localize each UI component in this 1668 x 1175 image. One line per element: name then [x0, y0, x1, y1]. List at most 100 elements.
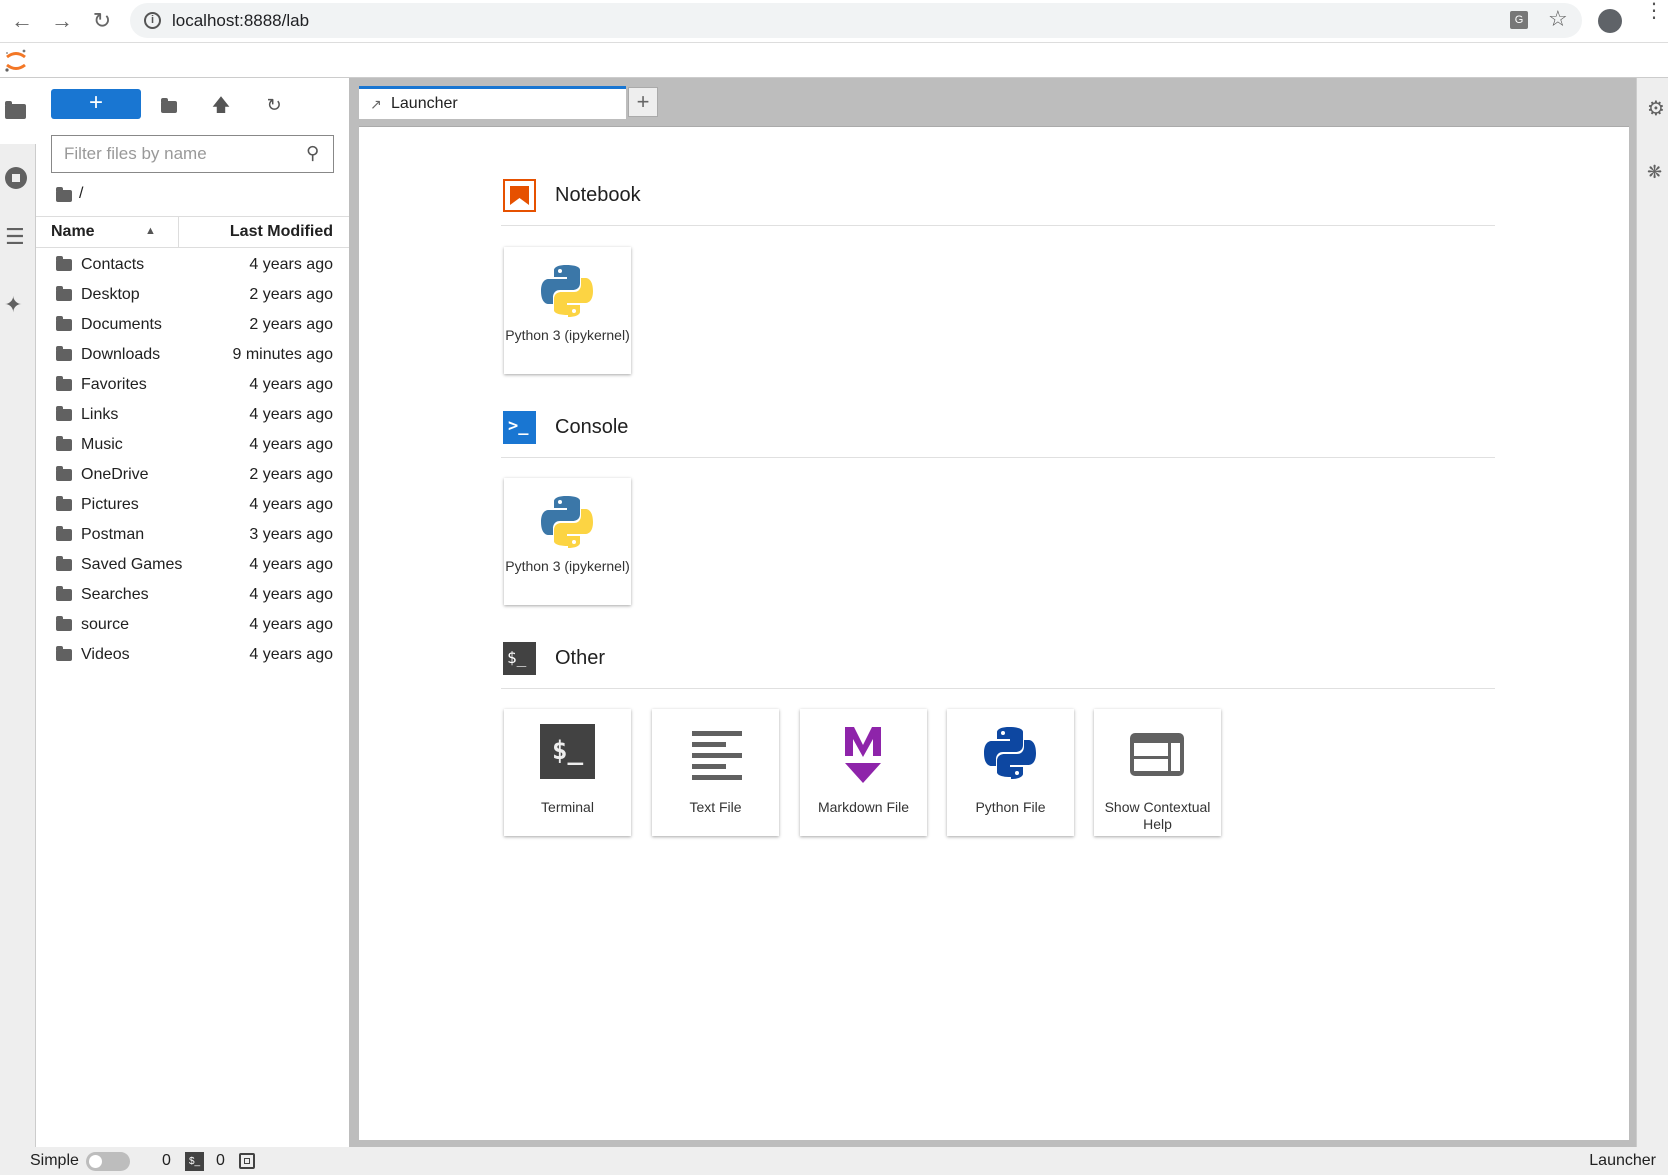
file-name: Documents — [81, 316, 162, 333]
terminal-count[interactable]: 0 — [216, 1147, 225, 1175]
new-launcher-button[interactable]: + — [51, 89, 141, 119]
markdown-icon — [845, 727, 881, 783]
folder-icon — [56, 616, 72, 631]
file-row[interactable]: Contacts 4 years ago — [36, 250, 349, 280]
console-icon: >_ — [503, 411, 536, 444]
filter-files-input[interactable]: Filter files by name — [51, 135, 334, 173]
jupyter-logo-icon[interactable] — [4, 48, 28, 74]
profile-avatar-icon[interactable] — [1598, 9, 1622, 33]
file-name: Contacts — [81, 256, 145, 273]
folder-icon — [56, 496, 72, 511]
folder-icon — [56, 406, 72, 421]
right-sidebar-rail: ⚙ ❋ — [1636, 78, 1668, 1147]
bookmark-star-icon[interactable]: ☆ — [1548, 6, 1568, 32]
refresh-icon[interactable]: ↻ — [261, 92, 287, 118]
kernel-count[interactable]: 0 — [162, 1147, 171, 1175]
forward-button[interactable]: → — [49, 8, 75, 34]
file-row[interactable]: Saved Games 4 years ago — [36, 550, 349, 580]
file-modified: 4 years ago — [249, 496, 333, 513]
notebook-icon — [503, 179, 536, 212]
notebook-python3-card[interactable]: Python 3 (ipykernel) — [504, 247, 631, 374]
address-bar[interactable]: i localhost:8888/lab G ☆ — [130, 3, 1582, 38]
kebab-menu-icon[interactable]: ⋮ — [1644, 1, 1664, 21]
translate-icon[interactable]: G — [1510, 11, 1528, 29]
file-row[interactable]: Links 4 years ago — [36, 400, 349, 430]
file-name: Favorites — [81, 376, 147, 393]
python-logo-icon — [541, 496, 593, 548]
python-file-card[interactable]: Python File — [947, 709, 1074, 836]
extensions-puzzle-icon[interactable]: ✦ — [4, 292, 22, 318]
info-icon[interactable]: i — [144, 12, 161, 29]
file-modified: 4 years ago — [249, 436, 333, 453]
file-name: Links — [81, 406, 119, 423]
upload-icon[interactable]: 🡅 — [208, 92, 234, 118]
breadcrumb-root[interactable]: / — [79, 185, 83, 203]
text-file-card[interactable]: Text File — [652, 709, 779, 836]
python-logo-icon — [541, 265, 593, 317]
file-row[interactable]: Searches 4 years ago — [36, 580, 349, 610]
breadcrumb: / — [36, 183, 136, 207]
card-label: Terminal — [541, 799, 594, 815]
file-row[interactable]: Downloads 9 minutes ago — [36, 340, 349, 370]
contextual-help-card[interactable]: Show Contextual Help — [1094, 709, 1221, 836]
terminal-card[interactable]: $_ Terminal — [504, 709, 631, 836]
file-row[interactable]: Documents 2 years ago — [36, 310, 349, 340]
file-name: Saved Games — [81, 556, 183, 573]
section-title-notebook: Notebook — [555, 184, 641, 206]
new-folder-icon[interactable] — [156, 92, 182, 118]
folder-icon — [56, 526, 72, 541]
cpu-chip-icon[interactable] — [239, 1153, 255, 1169]
file-row[interactable]: Postman 3 years ago — [36, 520, 349, 550]
tab-label: Launcher — [391, 95, 458, 112]
tab-launcher[interactable]: ↗ Launcher — [359, 86, 626, 119]
folder-icon — [5, 101, 26, 119]
sort-ascending-icon: ▲ — [145, 225, 156, 237]
launcher-tab-icon: ↗ — [370, 96, 382, 112]
reload-button[interactable]: ↻ — [89, 8, 115, 34]
table-of-contents-icon[interactable]: ☰ — [5, 224, 25, 250]
file-row[interactable]: Videos 4 years ago — [36, 640, 349, 670]
folder-icon — [56, 376, 72, 391]
card-label: Markdown File — [817, 799, 910, 815]
file-row[interactable]: Pictures 4 years ago — [36, 490, 349, 520]
terminal-icon: $_ — [540, 724, 595, 779]
back-button[interactable]: ← — [9, 8, 35, 34]
file-name: Downloads — [81, 346, 161, 363]
folder-icon — [56, 436, 72, 451]
status-current-activity: Launcher — [1589, 1152, 1656, 1169]
file-modified: 4 years ago — [249, 556, 333, 573]
debugger-bug-icon[interactable]: ❋ — [1647, 162, 1662, 183]
home-folder-icon[interactable] — [56, 187, 72, 202]
file-row[interactable]: Desktop 2 years ago — [36, 280, 349, 310]
markdown-file-card[interactable]: Markdown File — [800, 709, 927, 836]
running-sessions-icon[interactable] — [5, 167, 27, 189]
console-python3-card[interactable]: Python 3 (ipykernel) — [504, 478, 631, 605]
column-header-last-modified[interactable]: Last Modified — [230, 217, 333, 247]
card-label: Python File — [975, 799, 1046, 815]
file-modified: 3 years ago — [249, 526, 333, 543]
contextual-help-icon — [1130, 733, 1184, 776]
add-tab-button[interactable]: + — [628, 87, 658, 117]
file-row[interactable]: source 4 years ago — [36, 610, 349, 640]
file-modified: 4 years ago — [249, 616, 333, 633]
card-label: Python 3 (ipykernel) — [505, 327, 630, 343]
simple-mode-toggle[interactable] — [86, 1152, 130, 1171]
file-row[interactable]: OneDrive 2 years ago — [36, 460, 349, 490]
folder-icon — [56, 646, 72, 661]
folder-icon — [56, 556, 72, 571]
card-label: Python 3 (ipykernel) — [505, 558, 630, 574]
file-modified: 4 years ago — [249, 646, 333, 663]
file-modified: 2 years ago — [249, 466, 333, 483]
column-header-name[interactable]: Name — [51, 217, 95, 247]
folder-icon — [56, 586, 72, 601]
url-text[interactable]: localhost:8888/lab — [172, 11, 309, 31]
file-name: Desktop — [81, 286, 140, 303]
file-row[interactable]: Music 4 years ago — [36, 430, 349, 460]
file-modified: 9 minutes ago — [232, 346, 333, 363]
folder-icon — [56, 316, 72, 331]
folder-icon — [56, 346, 72, 361]
property-inspector-gears-icon[interactable]: ⚙ — [1647, 96, 1665, 121]
rail-tab-files[interactable] — [0, 78, 36, 144]
section-title-console: Console — [555, 416, 629, 438]
file-row[interactable]: Favorites 4 years ago — [36, 370, 349, 400]
